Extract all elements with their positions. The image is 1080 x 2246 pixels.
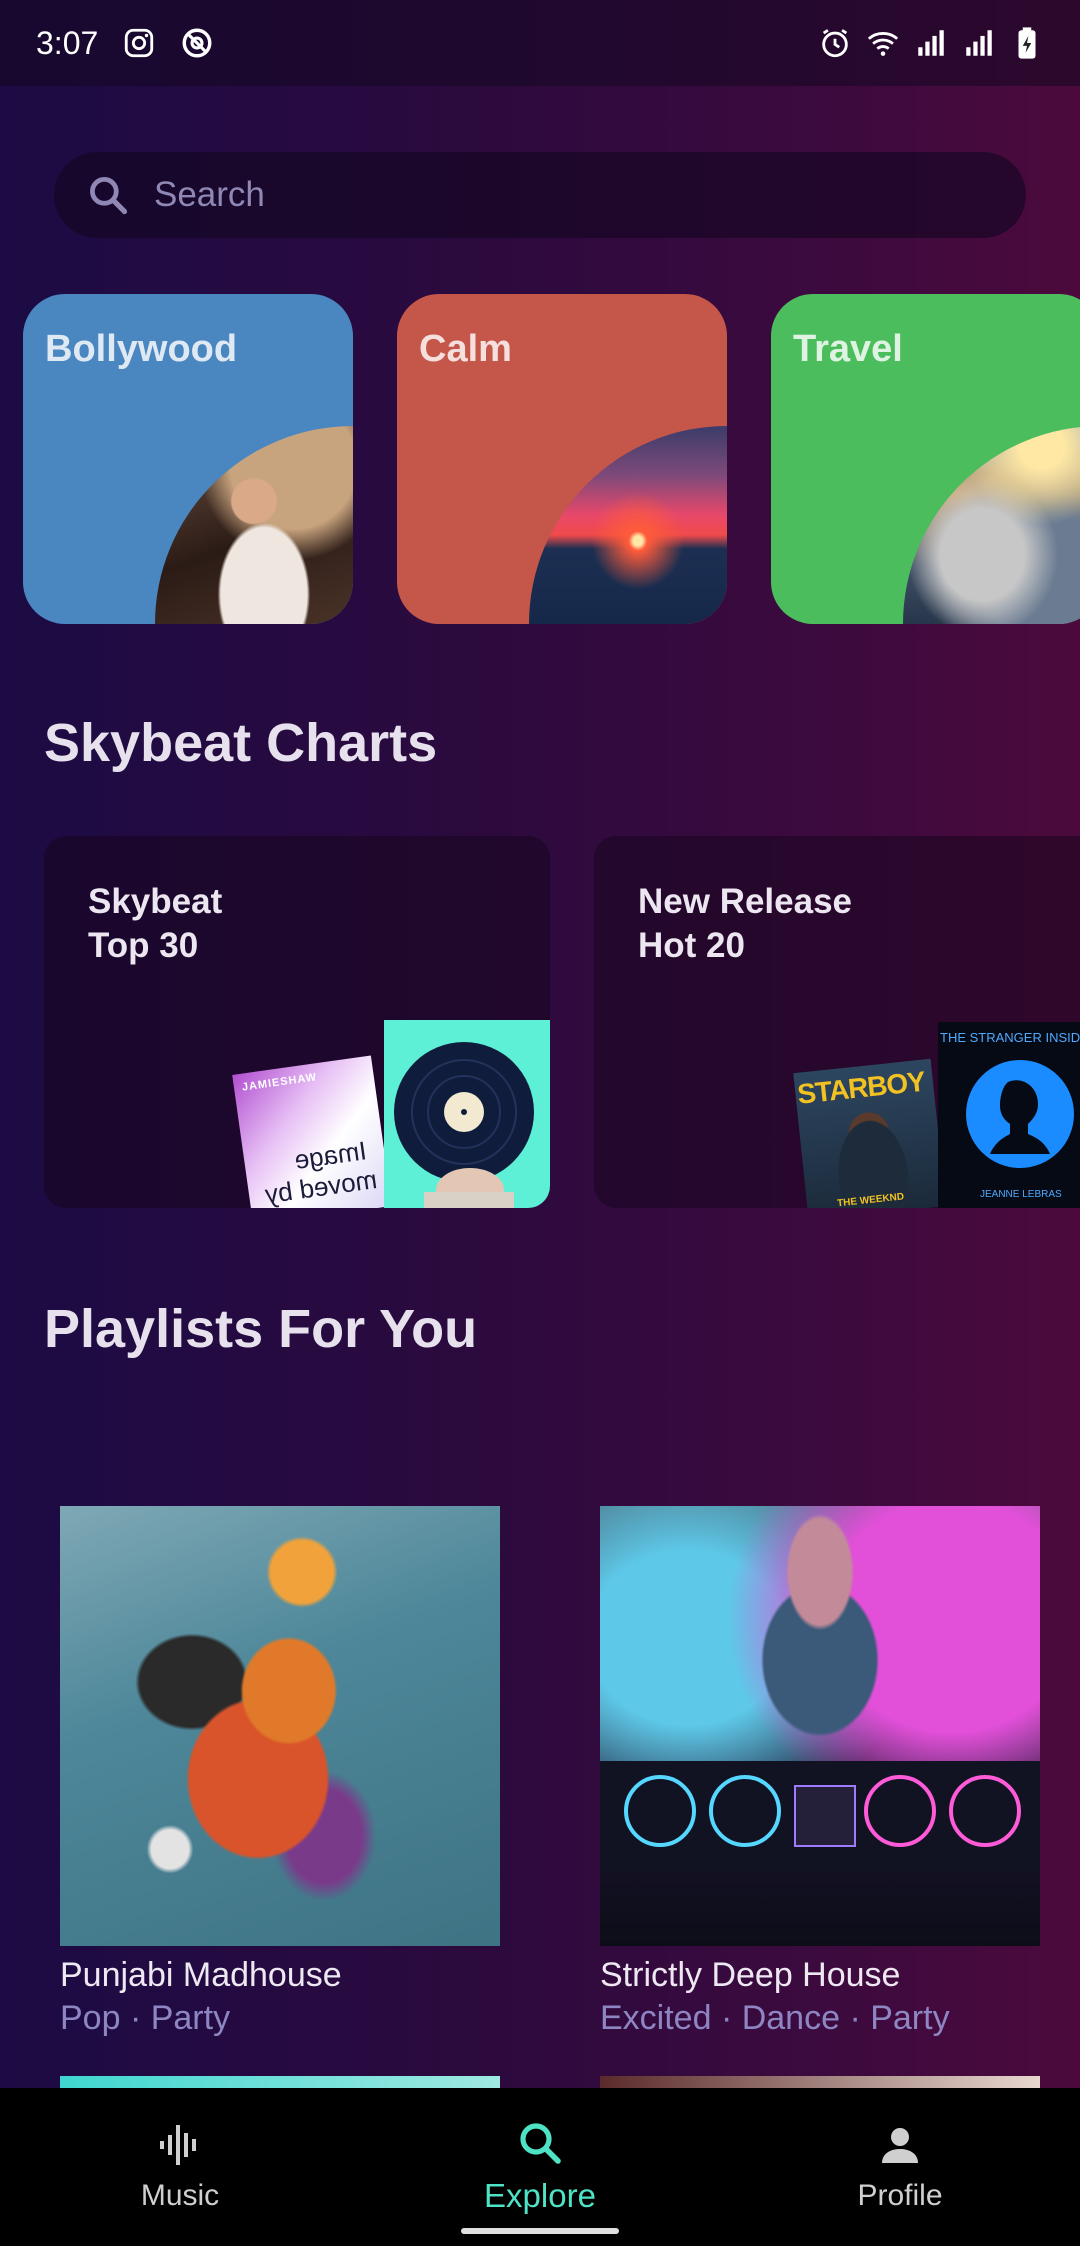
cover-artist: THE WEEKND [836,1191,905,1208]
vinyl-record-icon [394,1042,534,1208]
cover-title: STARBOY [795,1065,927,1110]
category-image [903,426,1080,624]
instagram-icon [125,28,154,58]
section-title-charts: Skybeat Charts [44,713,438,773]
nav-label: Music [140,2179,220,2212]
album-cover-vinyl [384,1020,550,1208]
charts-carousel: Skybeat Top 30 JAMIESHAW Image moved by … [0,836,1080,1210]
bottom-navigation: Music Explore Profile [0,2088,1080,2246]
playlist-card-punjabi-madhouse[interactable]: Punjabi Madhouse Pop · Party [60,1506,500,2038]
cover-text: moved by [263,1163,379,1208]
status-bar: 3:07 [0,0,1080,86]
search-icon [90,177,128,215]
section-title-playlists: Playlists For You [44,1299,478,1359]
category-label: Calm [419,328,512,370]
category-card-calm[interactable]: Calm [397,294,727,624]
chart-card-top30[interactable]: Skybeat Top 30 JAMIESHAW Image moved by [44,836,550,1208]
playlist-tags: Excited · Dance · Party [600,1999,950,2037]
category-card-travel[interactable]: Travel [771,294,1080,624]
battery-charging-icon [1018,27,1036,59]
playlist-tags: Pop · Party [60,1999,231,2037]
chart-title: Skybeat Top 30 [88,882,223,965]
nav-label: Explore [484,2177,596,2214]
category-label: Bollywood [45,328,238,370]
dj-deck-icon [600,1761,1040,1871]
search-icon [520,2123,561,2164]
album-cover-starboy: STARBOY THE WEEKND [793,1058,946,1208]
nav-item-profile[interactable]: Profile [720,2088,1080,2246]
playlist-name: Punjabi Madhouse [60,1956,342,1994]
search-input[interactable] [154,175,954,215]
search-bar[interactable] [54,152,1026,238]
signal-icon [966,30,992,56]
wifi-icon [867,32,899,56]
chart-card-hot20[interactable]: New Release Hot 20 STARBOY THE WEEKND TH… [594,836,1080,1208]
home-indicator[interactable] [461,2228,619,2234]
album-cover-stranger: THE STRANGER INSIDE YO JEANNE LEBRAS [938,1022,1080,1208]
playlist-cover-peek [60,2076,500,2088]
category-carousel: Bollywood Calm Travel [0,294,1080,626]
nav-item-explore[interactable]: Explore [360,2088,720,2246]
cover-artist: JEANNE LEBRAS [980,1189,1062,1200]
playlist-cover-peek [600,2076,1040,2088]
alarm-icon [822,29,848,58]
category-card-bollywood[interactable]: Bollywood [23,294,353,624]
category-image [155,426,353,624]
nav-item-music[interactable]: Music [0,2088,360,2246]
category-image [529,426,727,624]
cover-brand: JAMIESHAW [241,1071,318,1094]
person-icon [882,2128,918,2163]
chart-title: New Release Hot 20 [638,882,853,965]
album-cover: JAMIESHAW Image moved by [232,1055,392,1208]
silhouette-icon [966,1060,1074,1168]
playlist-grid: Punjabi Madhouse Pop · Party Strictly De… [0,1506,1080,2086]
sync-icon [182,28,212,58]
playlist-cover [60,1506,500,1946]
category-label: Travel [793,328,903,370]
playlist-card-strictly-deep-house[interactable]: Strictly Deep House Excited · Dance · Pa… [600,1506,1040,2038]
waveform-icon [160,2125,196,2165]
signal-icon [918,30,944,56]
status-time: 3:07 [36,24,99,61]
playlist-cover [600,1506,1040,1946]
playlist-name: Strictly Deep House [600,1956,901,1994]
nav-label: Profile [857,2179,943,2212]
